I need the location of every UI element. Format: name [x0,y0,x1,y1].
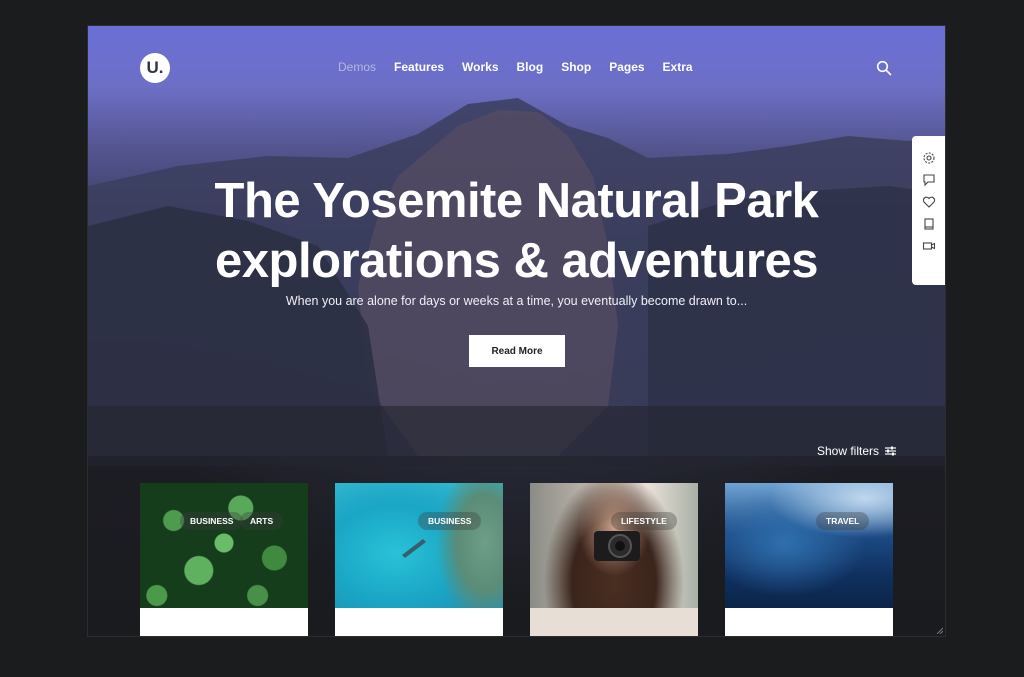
nav-item-shop[interactable]: Shop [561,60,591,74]
post-card[interactable]: BUSINESS [335,483,503,636]
hero-title-line-1: The Yosemite Natural Park [214,174,819,228]
comment-icon[interactable] [922,173,936,187]
hero-title: The Yosemite Natural Park explorations &… [88,171,945,291]
hero-subtitle: When you are alone for days or weeks at … [285,294,748,308]
card-image-leaves [140,483,308,608]
tag-arts[interactable]: ARTS [240,512,284,530]
show-filters-label: Show filters [817,444,880,458]
read-more-button[interactable]: Read More [469,335,565,367]
side-panel [912,136,945,285]
card-image-wave [725,483,893,608]
nav-item-pages[interactable]: Pages [609,60,644,74]
nav-item-works[interactable]: Works [462,60,498,74]
book-icon[interactable] [922,217,936,231]
nav-item-extra[interactable]: Extra [663,60,693,74]
heart-icon[interactable] [922,195,936,209]
post-card[interactable]: BUSINESS ARTS [140,483,308,636]
nav-item-demos[interactable]: Demos [338,60,376,74]
post-card[interactable]: LIFESTYLE [530,483,698,636]
nav-item-blog[interactable]: Blog [517,60,544,74]
gear-icon[interactable] [922,151,936,165]
hero-title-line-2: explorations & adventures [215,234,818,288]
card-footer [725,608,893,636]
tag-lifestyle[interactable]: LIFESTYLE [611,512,677,530]
tag-business[interactable]: BUSINESS [180,512,244,530]
search-icon[interactable] [876,60,892,76]
main-nav: Demos Features Works Blog Shop Pages Ext… [338,60,693,74]
sliders-icon [885,446,897,456]
tag-travel[interactable]: TRAVEL [816,512,870,530]
logo-text: U. [146,58,164,77]
boat-shape [402,539,426,558]
tag-business[interactable]: BUSINESS [418,512,482,530]
show-filters-button[interactable]: Show filters [817,444,897,458]
browser-window: U. Demos Features Works Blog Shop Pages … [88,26,945,636]
resize-grip-icon[interactable] [935,626,943,634]
video-icon[interactable] [922,239,936,253]
nav-item-features[interactable]: Features [394,60,444,74]
card-footer [530,608,698,636]
card-footer [140,608,308,636]
card-footer [335,608,503,636]
camera-shape [594,531,640,561]
site-logo[interactable]: U. [140,53,170,83]
post-card[interactable]: TRAVEL [725,483,893,636]
